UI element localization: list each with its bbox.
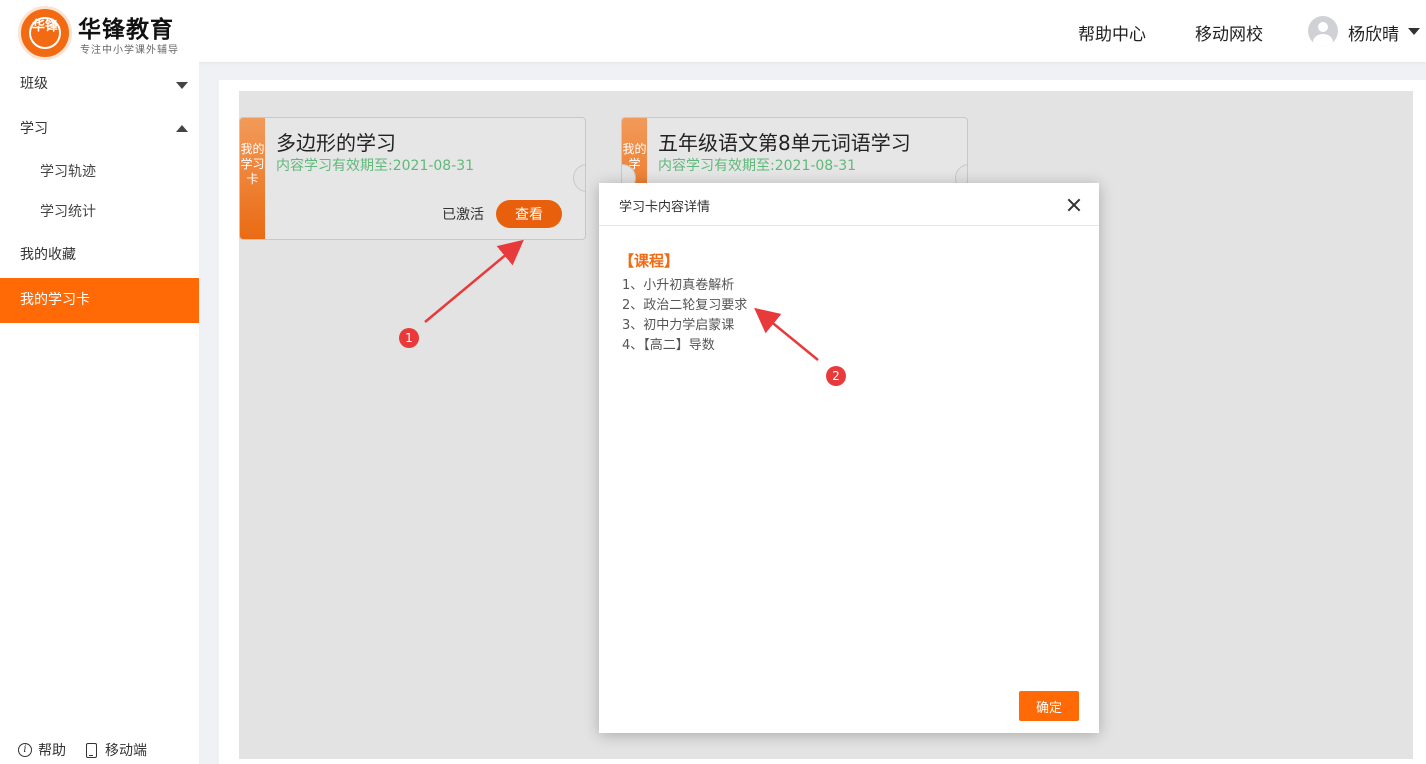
card-notch — [573, 164, 585, 192]
sidebar-item-label: 我的收藏 — [20, 247, 76, 263]
confirm-button[interactable]: 确定 — [1019, 691, 1079, 721]
sidebar-help-link[interactable]: i 帮助 — [18, 740, 66, 760]
chevron-down-icon — [176, 82, 188, 89]
sidebar-item-label: 学习统计 — [40, 204, 96, 220]
card-title: 五年级语文第8单元词语学习 — [658, 131, 911, 155]
sidebar-item-study-track[interactable]: 学习轨迹 — [0, 152, 199, 192]
sidebar-item-study[interactable]: 学习 — [0, 107, 199, 152]
sidebar-item-study-cards[interactable]: 我的学习卡 — [0, 278, 199, 323]
user-name[interactable]: 杨欣晴 — [1348, 20, 1399, 45]
list-item: 4、【高二】导数 — [622, 338, 715, 353]
card-title: 多边形的学习 — [276, 131, 396, 155]
info-icon: i — [18, 743, 32, 757]
list-item: 2、政治二轮复习要求 — [622, 298, 748, 313]
section-title: 【课程】 — [619, 252, 680, 270]
chevron-down-icon[interactable] — [1408, 28, 1420, 35]
top-header: 华锋 华锋教育 专注中小学课外辅导 帮助中心 移动网校 杨欣晴 — [0, 0, 1426, 62]
card-tab-text: 我的学习卡 — [240, 142, 265, 186]
sidebar-item-label: 班级 — [20, 76, 48, 92]
sidebar-item-class[interactable]: 班级 — [0, 62, 199, 107]
card-valid-date: 内容学习有效期至:2021-08-31 — [276, 158, 475, 174]
view-button[interactable]: 查看 — [496, 200, 562, 228]
annotation-badge-1: 1 — [399, 328, 419, 348]
chevron-up-icon — [176, 125, 188, 132]
course-list: 1、小升初真卷解析 2、政治二轮复习要求 3、初中力学启蒙课 4、【高二】导数 — [622, 276, 747, 356]
brand-name: 华锋教育 — [78, 17, 174, 43]
study-card-detail-modal: 学习卡内容详情 【课程】 1、小升初真卷解析 2、政治二轮复习要求 3、初中力学… — [599, 183, 1099, 733]
modal-title: 学习卡内容详情 — [619, 200, 711, 215]
close-icon[interactable] — [1065, 196, 1083, 214]
nav-help-center[interactable]: 帮助中心 — [1078, 20, 1146, 45]
sidebar-item-label: 学习 — [20, 121, 48, 137]
avatar[interactable] — [1308, 16, 1338, 46]
sidebar-help-label: 帮助 — [38, 743, 66, 759]
card-tab-label: 我的学习卡 — [240, 118, 265, 239]
card-valid-date: 内容学习有效期至:2021-08-31 — [658, 158, 857, 174]
list-item: 1、小升初真卷解析 — [622, 278, 735, 293]
brand-slogan: 专注中小学课外辅导 — [80, 45, 179, 56]
sidebar-mobile-label: 移动端 — [105, 743, 147, 759]
sidebar-footer: i 帮助 移动端 — [18, 740, 167, 760]
list-item: 3、初中力学启蒙课 — [622, 318, 735, 333]
sidebar-item-favorites[interactable]: 我的收藏 — [0, 233, 199, 278]
logo-text: 华锋 — [29, 17, 61, 49]
sidebar-item-label: 学习轨迹 — [40, 164, 96, 180]
sidebar: 班级 学习 学习轨迹 学习统计 我的收藏 我的学习卡 i 帮助 移动端 — [0, 62, 199, 764]
sidebar-mobile-link[interactable]: 移动端 — [86, 740, 147, 760]
study-card: 我的学习卡 多边形的学习 内容学习有效期至:2021-08-31 已激活 查看 — [239, 117, 586, 240]
sidebar-item-study-stats[interactable]: 学习统计 — [0, 192, 199, 232]
annotation-badge-2: 2 — [826, 366, 846, 386]
phone-icon — [86, 742, 97, 758]
modal-header: 学习卡内容详情 — [599, 183, 1099, 226]
logo-icon: 华锋 — [18, 6, 72, 60]
sidebar-item-label: 我的学习卡 — [20, 292, 90, 308]
nav-mobile-school[interactable]: 移动网校 — [1195, 20, 1263, 45]
card-status: 已激活 — [442, 207, 484, 223]
